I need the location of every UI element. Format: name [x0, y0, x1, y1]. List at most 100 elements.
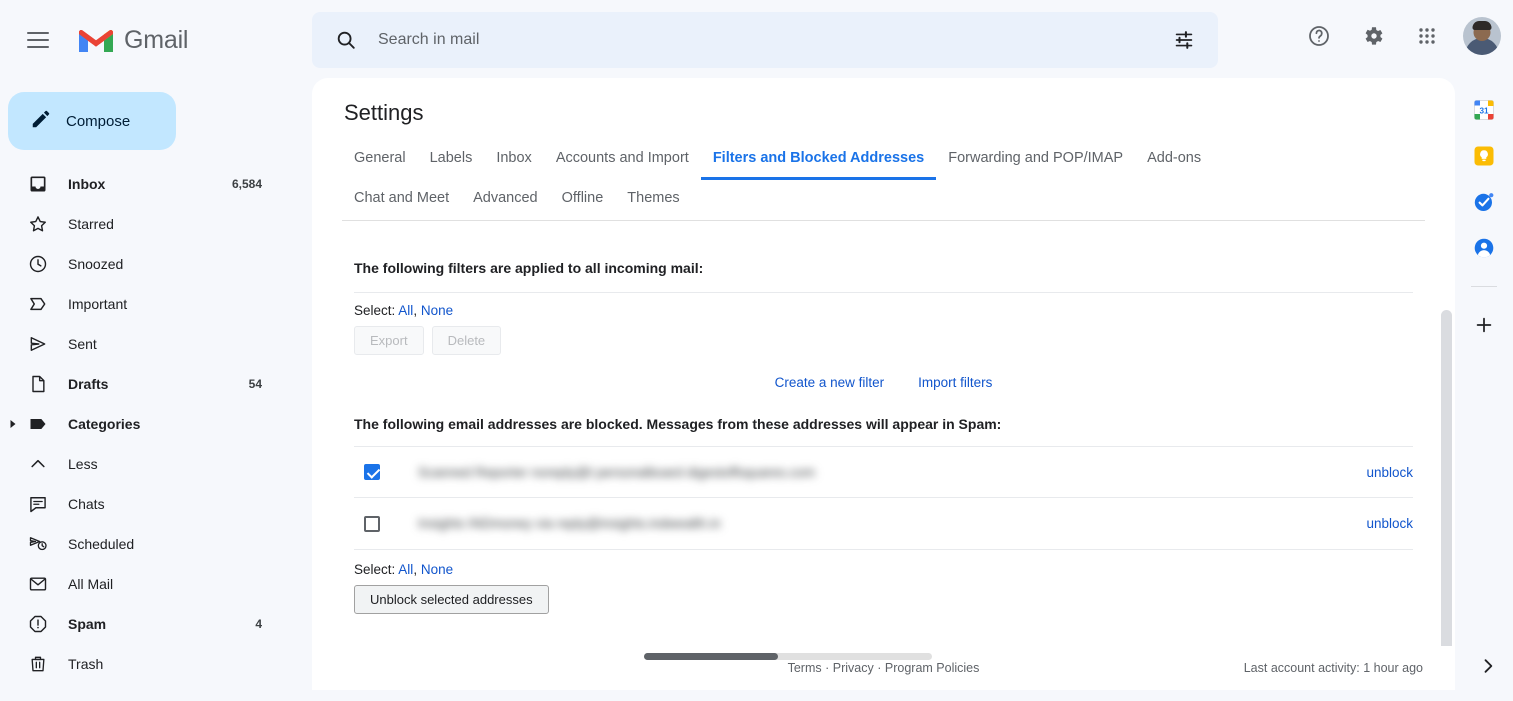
sidebar-item-inbox[interactable]: Inbox 6,584 — [0, 164, 276, 204]
blocked-select-label: Select: — [354, 562, 395, 577]
tab-forwarding-and-pop-imap[interactable]: Forwarding and POP/IMAP — [936, 140, 1135, 180]
svg-text:31: 31 — [1479, 107, 1489, 116]
help-question-icon[interactable] — [1295, 12, 1343, 60]
chevron-right-icon[interactable] — [1475, 653, 1501, 679]
sidebar-label: All Mail — [68, 576, 262, 592]
blocked-row-checkbox[interactable] — [364, 464, 380, 480]
hamburger-menu-icon[interactable] — [14, 16, 62, 64]
content-vertical-scrollbar[interactable] — [1441, 310, 1452, 690]
page-title: Settings — [312, 78, 1455, 126]
create-new-filter-link[interactable]: Create a new filter — [775, 375, 885, 390]
label-tag-icon — [26, 412, 50, 436]
user-avatar[interactable] — [1463, 17, 1501, 55]
blocked-section-heading: The following email addresses are blocke… — [342, 390, 1425, 432]
sidebar-count: 6,584 — [232, 177, 262, 191]
google-contacts-icon[interactable] — [1472, 236, 1496, 260]
tab-add-ons[interactable]: Add-ons — [1135, 140, 1213, 180]
gmail-settings-page: Gmail — [0, 0, 1513, 701]
unblock-link[interactable]: unblock — [1366, 516, 1413, 531]
scheduled-icon — [26, 532, 50, 556]
important-icon — [26, 292, 50, 316]
blocked-addresses-list: Scanned Reporter noreply@t personalboard… — [354, 446, 1413, 550]
tab-advanced[interactable]: Advanced — [461, 180, 550, 220]
tab-labels[interactable]: Labels — [418, 140, 485, 180]
sidebar-label: Sent — [68, 336, 262, 352]
chevron-up-icon — [26, 452, 50, 476]
apps-grid-icon[interactable] — [1403, 12, 1451, 60]
chevron-right-icon[interactable] — [8, 419, 20, 429]
sidebar-item-less[interactable]: Less — [0, 444, 276, 484]
filters-button-row: Export Delete — [342, 318, 1425, 355]
sidebar-item-snoozed[interactable]: Snoozed — [0, 244, 276, 284]
sidebar-item-trash[interactable]: Trash — [0, 644, 276, 684]
footer-dot-1: · — [825, 661, 829, 675]
blocked-select-all-link[interactable]: All — [398, 562, 413, 577]
inbox-icon — [26, 172, 50, 196]
google-calendar-icon[interactable]: 31 — [1472, 98, 1496, 122]
sidebar-item-sent[interactable]: Sent — [0, 324, 276, 364]
chat-icon — [26, 492, 50, 516]
terms-link[interactable]: Terms — [788, 661, 822, 675]
tune-options-icon[interactable] — [1164, 20, 1204, 60]
sidebar-item-categories[interactable]: Categories — [0, 404, 276, 444]
export-filters-button[interactable]: Export — [354, 326, 424, 355]
tab-chat-and-meet[interactable]: Chat and Meet — [342, 180, 461, 220]
unblock-link[interactable]: unblock — [1366, 465, 1413, 480]
tab-accounts-and-import[interactable]: Accounts and Import — [544, 140, 701, 180]
settings-card: Settings General Labels Inbox Accounts a… — [312, 78, 1455, 690]
trash-icon — [26, 652, 50, 676]
tab-offline[interactable]: Offline — [550, 180, 616, 220]
filters-select-line: Select: All, None — [342, 293, 1425, 318]
add-panel-button[interactable] — [1472, 313, 1496, 337]
sidebar-item-chats[interactable]: Chats — [0, 484, 276, 524]
tab-general[interactable]: General — [342, 140, 418, 180]
sidebar-item-drafts[interactable]: Drafts 54 — [0, 364, 276, 404]
unblock-selected-addresses-button[interactable]: Unblock selected addresses — [354, 585, 549, 614]
privacy-link[interactable]: Privacy — [833, 661, 874, 675]
top-bar-actions — [1295, 12, 1501, 60]
google-keep-icon[interactable] — [1472, 144, 1496, 168]
content-horizontal-scrollbar[interactable] — [644, 653, 932, 660]
gmail-brand[interactable]: Gmail — [76, 25, 188, 55]
sidebar-item-scheduled[interactable]: Scheduled — [0, 524, 276, 564]
tab-filters-and-blocked-addresses[interactable]: Filters and Blocked Addresses — [701, 140, 936, 180]
sidebar-count: 4 — [255, 617, 262, 631]
horizontal-scrollbar-thumb[interactable] — [644, 653, 778, 660]
tab-themes[interactable]: Themes — [615, 180, 691, 220]
sidebar-item-important[interactable]: Important — [0, 284, 276, 324]
gmail-m-logo — [76, 25, 116, 55]
tab-inbox[interactable]: Inbox — [484, 140, 543, 180]
filters-select-all-link[interactable]: All — [398, 303, 413, 318]
search-icon[interactable] — [326, 20, 366, 60]
compose-button[interactable]: Compose — [8, 92, 176, 150]
sidebar-item-starred[interactable]: Starred — [0, 204, 276, 244]
search-input[interactable] — [366, 30, 1164, 50]
blocked-select-separator: , — [413, 562, 417, 577]
settings-content: The following filters are applied to all… — [312, 238, 1455, 690]
program-policies-link[interactable]: Program Policies — [885, 661, 979, 675]
blocked-row-checkbox[interactable] — [364, 516, 380, 532]
right-side-panel: 31 — [1455, 80, 1513, 701]
vertical-scrollbar-thumb[interactable] — [1441, 310, 1452, 690]
filters-action-links: Create a new filter Import filters — [342, 355, 1425, 390]
sidebar-label: Inbox — [68, 176, 232, 192]
sidebar-item-all-mail[interactable]: All Mail — [0, 564, 276, 604]
drafts-icon — [26, 372, 50, 396]
settings-tabs: General Labels Inbox Accounts and Import… — [312, 140, 1455, 221]
all-mail-icon — [26, 572, 50, 596]
import-filters-link[interactable]: Import filters — [918, 375, 992, 390]
filters-select-none-link[interactable]: None — [421, 303, 453, 318]
star-icon — [26, 212, 50, 236]
search-bar[interactable] — [312, 12, 1218, 68]
sidebar-label: Spam — [68, 616, 255, 632]
blocked-select-none-link[interactable]: None — [421, 562, 453, 577]
delete-filters-button[interactable]: Delete — [432, 326, 502, 355]
sidebar-label: Categories — [68, 416, 262, 432]
top-app-bar: Gmail — [0, 0, 1513, 80]
gear-icon[interactable] — [1349, 12, 1397, 60]
filters-select-label: Select: — [354, 303, 395, 318]
filters-select-separator: , — [413, 303, 417, 318]
blocked-select-line: Select: All, None — [342, 550, 1425, 577]
sidebar-item-spam[interactable]: Spam 4 — [0, 604, 276, 644]
google-tasks-icon[interactable] — [1472, 190, 1496, 214]
